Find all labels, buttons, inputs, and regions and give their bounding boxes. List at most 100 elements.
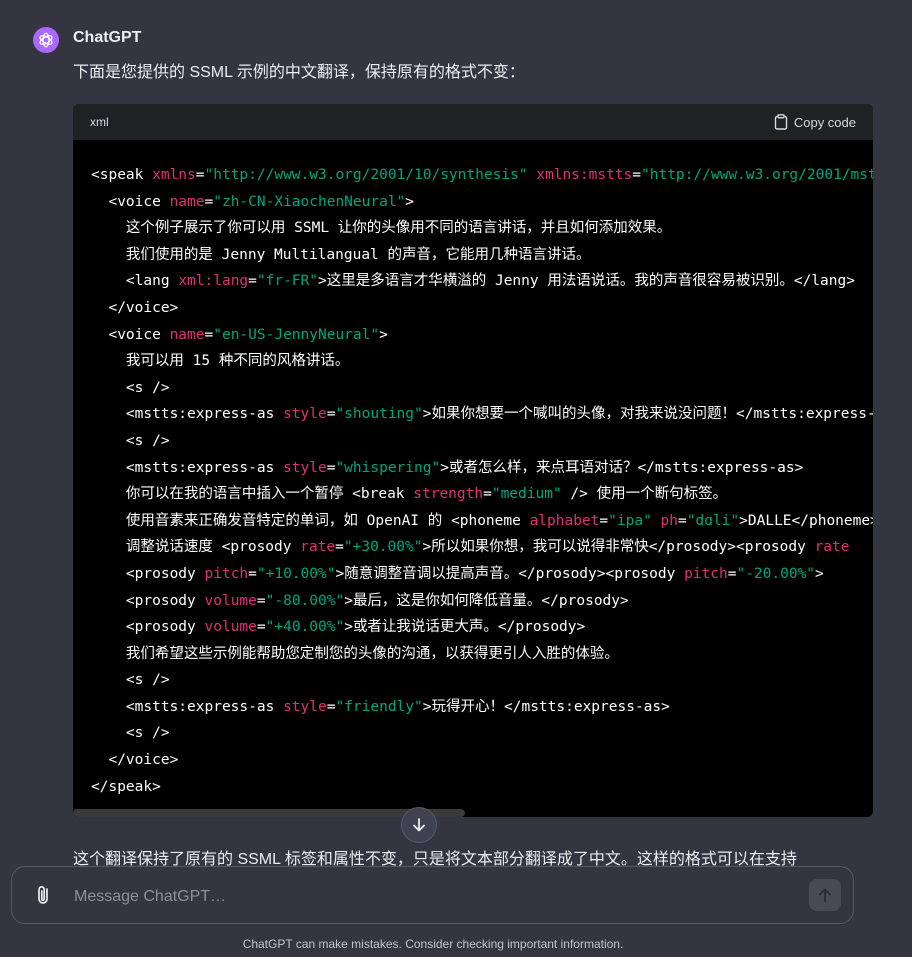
code-token: style	[283, 406, 327, 423]
arrow-down-icon	[413, 818, 425, 832]
code-line: <prosody pitch="+10.00%">随意调整音调以提高声音。</p…	[91, 561, 873, 588]
code-token: "shouting"	[335, 406, 423, 423]
code-token: <lang	[125, 273, 179, 290]
code-token: "-20.00%"	[736, 565, 816, 582]
code-token: "http://www.w3.org/2001/10/synthesis"	[204, 167, 528, 183]
code-token: 或者让我说话更大声。</prosody>	[352, 619, 586, 636]
code-token: <speak	[91, 167, 153, 183]
code-token: >	[405, 193, 415, 210]
code-token: <s />	[125, 379, 170, 396]
attach-button[interactable]	[32, 883, 56, 907]
message-input[interactable]	[72, 883, 796, 911]
code-token: "whispering"	[335, 459, 441, 476]
code-token: =	[678, 512, 687, 529]
code-token: =	[204, 326, 214, 343]
code-line: 我们希望这些示例能帮助您定制您的头像的沟通，以获得更引人入胜的体验。	[91, 641, 873, 668]
code-line: <mstts:express-as style="whispering">或者怎…	[91, 455, 873, 482]
code-token: <prosody	[736, 539, 815, 556]
code-token: strength	[413, 486, 484, 503]
code-token: 这个例子展示了你可以用 SSML 让你的头像用不同的语言讲话，并且如何添加效果。	[125, 220, 672, 237]
code-token: =	[256, 619, 266, 636]
paperclip-icon	[38, 886, 48, 904]
code-token: name	[169, 326, 205, 343]
code-token: 我可以用 15 种不同的风格讲话。	[125, 353, 350, 370]
code-token: =	[248, 565, 257, 582]
code-token: style	[283, 459, 327, 476]
code-line: <s />	[91, 720, 873, 747]
code-token: 最后，这是你如何降低音量。</prosody>	[352, 592, 629, 609]
code-token: <prosody	[221, 539, 301, 556]
arrow-up-icon	[819, 888, 831, 902]
code-line: 你可以在我的语言中插入一个暂停 <break strength="medium"…	[91, 481, 873, 508]
code-line: <speak xmlns="http://www.w3.org/2001/10/…	[91, 162, 873, 189]
code-token: >	[318, 273, 327, 290]
code-token: =	[195, 167, 205, 183]
code-token: <s />	[125, 672, 170, 689]
code-token: pitch	[684, 565, 728, 582]
code-token: DALLE</phoneme>	[747, 512, 873, 529]
code-token: >	[739, 512, 748, 529]
code-token: 所以如果你想，我可以说得非常快</prosody>	[431, 539, 736, 556]
code-line: 我们使用的是 Jenny Multilangual 的声音，它能用几种语言讲话。	[91, 242, 873, 269]
code-line: </voice>	[91, 295, 873, 322]
code-token: "+40.00%"	[265, 619, 345, 636]
code-token: 玩得开心！</mstts:express-as>	[431, 698, 670, 715]
code-token: "+10.00%"	[256, 565, 336, 582]
code-line: 使用音素来正确发音特定的单词，如 OpenAI 的 <phoneme alpha…	[91, 508, 873, 535]
code-token: <prosody	[125, 565, 205, 582]
code-token: >	[422, 406, 432, 423]
code-line: <voice name="en-US-JennyNeural">	[91, 322, 873, 349]
code-token: =	[335, 539, 344, 556]
code-token: name	[169, 193, 205, 210]
code-token: <mstts:express-as	[125, 459, 284, 476]
code-line: <voice name="zh-CN-XiaochenNeural">	[91, 189, 873, 216]
code-token: </voice>	[108, 299, 179, 316]
code-token: rate	[814, 539, 850, 556]
code-token: style	[283, 698, 327, 715]
code-line: <prosody volume="+40.00%">或者让我说话更大声。</pr…	[91, 614, 873, 641]
code-line: <mstts:express-as style="friendly">玩得开心！…	[91, 694, 873, 721]
code-token: "http://www.w3.org/2001/mstts"	[641, 167, 873, 183]
code-token: <voice	[108, 193, 170, 210]
code-token: "fr-FR"	[256, 273, 318, 290]
code-token: <prosody	[125, 592, 205, 609]
code-token: >	[344, 592, 353, 609]
code-token: =	[256, 592, 266, 609]
code-body[interactable]: <speak xmlns="http://www.w3.org/2001/10/…	[73, 140, 873, 817]
scroll-down-button[interactable]	[401, 807, 437, 843]
code-token: </voice>	[108, 752, 179, 769]
code-line: <lang xml:lang="fr-FR">这里是多语言才华横溢的 Jenny…	[91, 268, 873, 295]
code-token: =	[483, 486, 492, 503]
code-token: >	[440, 459, 449, 476]
code-token: 使用音素来正确发音特定的单词，如 OpenAI 的	[125, 512, 451, 529]
code-token: xml:lang	[178, 273, 249, 290]
code-token: <prosody	[125, 619, 205, 636]
code-token: <break	[352, 486, 414, 503]
code-line: </speak>	[91, 774, 873, 801]
code-token: 我们希望这些示例能帮助您定制您的头像的沟通，以获得更引人入胜的体验。	[125, 645, 619, 662]
copy-code-button[interactable]: Copy code	[774, 114, 856, 130]
code-block: xml Copy code <speak xmlns="http://www.w…	[73, 104, 873, 817]
code-token: 使用一个断句标签。	[587, 486, 728, 503]
code-token: xmlns	[152, 167, 196, 183]
code-line: </voice>	[91, 747, 873, 774]
code-header: xml Copy code	[73, 104, 873, 140]
code-token: =	[599, 512, 609, 529]
code-line: 调整说话速度 <prosody rate="+30.00%">所以如果你想，我可…	[91, 534, 873, 561]
code-token: =	[248, 273, 257, 290]
code-token: 我们使用的是 Jenny Multilangual 的声音，它能用几种语言讲话。	[125, 246, 591, 263]
code-token: <mstts:express-as	[125, 698, 284, 715]
openai-logo-icon	[39, 32, 53, 48]
code-token: "dɑli"	[686, 512, 740, 529]
code-token: 如果你想要一个喊叫的头像，对我来说没问题！</mstts:express-as>	[431, 406, 874, 423]
code-token: <s />	[125, 725, 170, 742]
code-token: <s />	[125, 432, 170, 449]
code-token: "en-US-JennyNeural"	[213, 326, 380, 343]
send-button[interactable]	[809, 879, 841, 911]
message-intro: 下面是您提供的 SSML 示例的中文翻译，保持原有的格式不变：	[73, 64, 525, 81]
chatgpt-avatar	[33, 27, 59, 53]
code-token: "-80.00%"	[265, 592, 345, 609]
code-token: >	[335, 565, 345, 582]
